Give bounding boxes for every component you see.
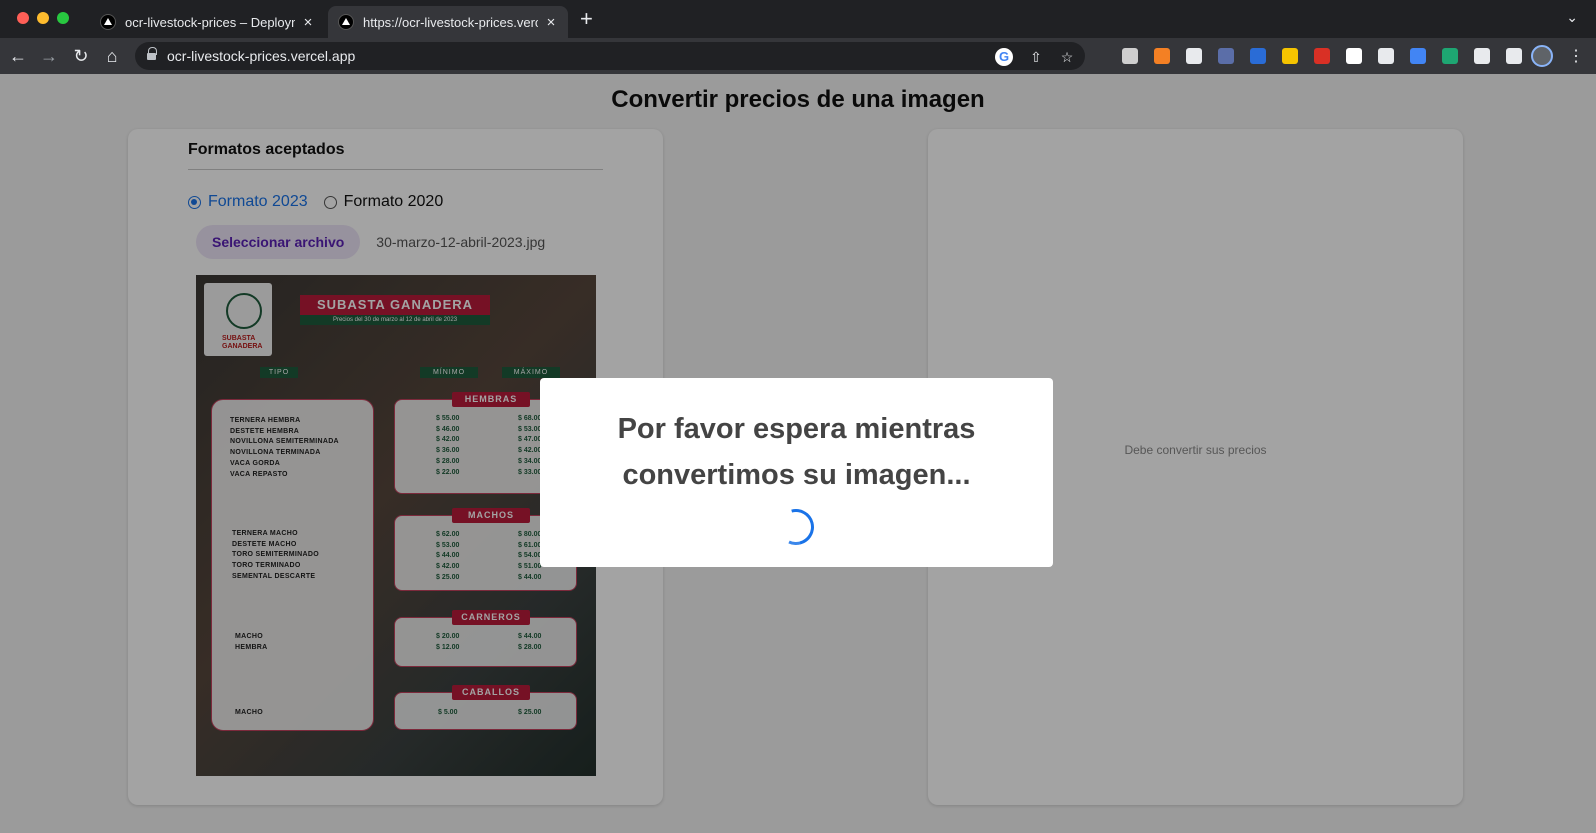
profile-avatar[interactable] <box>1531 45 1553 67</box>
browser-tab-bar: ocr-livestock-prices – Deployment × http… <box>0 0 1596 38</box>
tab-title: ocr-livestock-prices – Deployment <box>125 14 295 30</box>
vercel-favicon-icon <box>338 14 354 30</box>
browser-extension-icon[interactable] <box>1218 48 1234 64</box>
forward-arrow-icon[interactable]: → <box>37 44 61 68</box>
address-bar[interactable]: ocr-livestock-prices.vercel.app G ⇧ ☆ <box>135 42 1085 70</box>
bookmark-star-icon[interactable]: ☆ <box>1058 48 1076 66</box>
back-arrow-icon[interactable]: ← <box>6 44 30 68</box>
browser-toolbar: ← → ↻ ⌂ ocr-livestock-prices.vercel.app … <box>0 38 1596 74</box>
browser-extension-icon[interactable] <box>1122 48 1138 64</box>
home-icon[interactable]: ⌂ <box>100 44 124 68</box>
browser-tab-deployment[interactable]: ocr-livestock-prices – Deployment × <box>90 6 325 38</box>
browser-extension-icon[interactable] <box>1442 48 1458 64</box>
lock-icon[interactable] <box>147 47 157 62</box>
browser-extension-icon[interactable] <box>1506 48 1522 64</box>
share-icon[interactable]: ⇧ <box>1027 48 1045 66</box>
browser-tab-app[interactable]: https://ocr-livestock-prices.vercel.app … <box>328 6 568 38</box>
browser-extension-icon[interactable] <box>1346 48 1362 64</box>
browser-extension-icon[interactable] <box>1250 48 1266 64</box>
google-lens-icon[interactable]: G <box>995 48 1013 66</box>
tab-search-chevron-icon[interactable]: ⌄ <box>1566 9 1578 26</box>
browser-extension-icon[interactable] <box>1186 48 1202 64</box>
browser-extension-icon[interactable] <box>1474 48 1490 64</box>
browser-extension-icon[interactable] <box>1314 48 1330 64</box>
browser-menu-icon[interactable]: ⋮ <box>1568 46 1584 66</box>
vercel-favicon-icon <box>100 14 116 30</box>
window-close-button[interactable] <box>17 12 29 24</box>
window-maximize-button[interactable] <box>57 12 69 24</box>
loading-spinner-tail <box>772 503 820 551</box>
browser-extension-icon[interactable] <box>1282 48 1298 64</box>
window-minimize-button[interactable] <box>37 12 49 24</box>
reload-icon[interactable]: ↻ <box>69 44 93 68</box>
browser-extension-icon[interactable] <box>1378 48 1394 64</box>
browser-extension-icon[interactable] <box>1154 48 1170 64</box>
loading-message: Por favor espera mientras convertimos su… <box>617 413 976 491</box>
new-tab-button[interactable]: + <box>580 8 593 30</box>
tab-title: https://ocr-livestock-prices.vercel.app <box>363 14 538 30</box>
tab-close-icon[interactable]: × <box>544 14 558 31</box>
tab-close-icon[interactable]: × <box>301 14 315 31</box>
url-text[interactable]: ocr-livestock-prices.vercel.app <box>167 48 355 64</box>
browser-extension-icon[interactable] <box>1410 48 1426 64</box>
loading-modal: Por favor espera mientras convertimos su… <box>540 378 1053 567</box>
